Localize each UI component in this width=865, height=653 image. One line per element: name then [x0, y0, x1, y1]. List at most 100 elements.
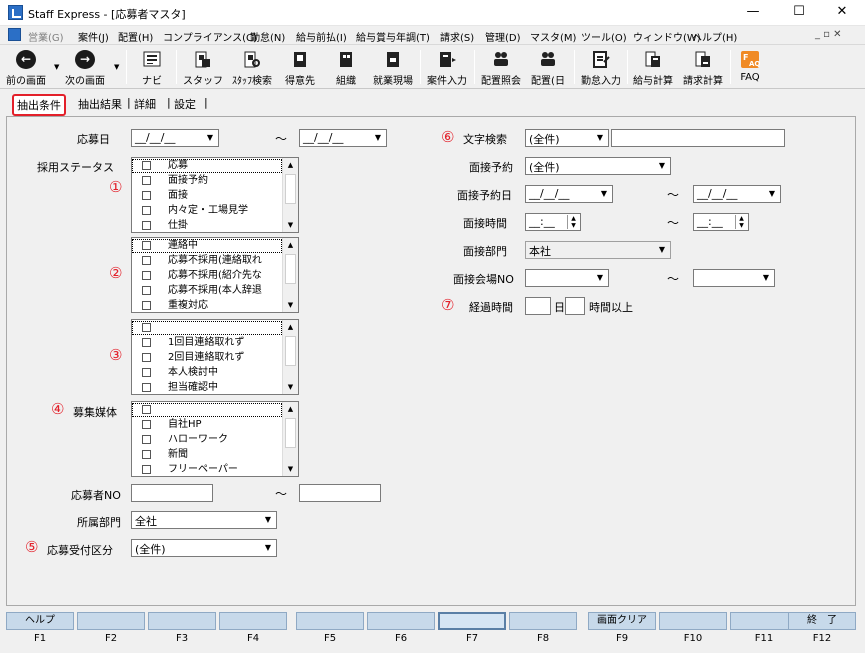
job-entry-button[interactable]: 案件入力 [424, 47, 470, 87]
interview-time-from[interactable]: __:__ ▲ ▼ [525, 213, 581, 231]
fkey-f9[interactable]: 画面クリア F9 [588, 612, 656, 650]
list-item[interactable]: 本人検討中 [132, 366, 282, 380]
maximize-button[interactable]: ☐ [776, 0, 822, 26]
list-item[interactable]: 仕掛 [132, 219, 282, 232]
navi-button[interactable]: ナビ [134, 47, 170, 87]
apply-date-to[interactable]: __/__/__ ▼ [299, 129, 387, 147]
back-dropdown-icon[interactable]: ▼ [54, 63, 59, 71]
list-item[interactable]: 内々定・工場見学 [132, 204, 282, 218]
menu-salary-advance[interactable]: 給与前払(I) [296, 29, 347, 44]
minimize-button[interactable]: — [730, 0, 776, 26]
tab-results[interactable]: 抽出結果 [78, 96, 122, 112]
menu-help[interactable]: ヘルプ(H) [692, 29, 737, 44]
interview-reservation-select[interactable]: (全件) ▼ [525, 157, 671, 175]
list-item[interactable]: 2回目連絡取れず [132, 351, 282, 365]
fkey-f12[interactable]: 終 了 F12 [788, 612, 856, 650]
menu-window[interactable]: ウィンドウ(W) [633, 29, 701, 44]
worksite-button[interactable]: 就業現場 [370, 47, 416, 87]
list-item[interactable]: 自社HP [132, 418, 282, 432]
forward-button[interactable]: → 次の画面 [60, 47, 110, 87]
dept-select[interactable]: 全社 ▼ [131, 511, 277, 529]
list-item[interactable] [132, 403, 282, 417]
list-item[interactable]: 応募不採用(本人辞退 [132, 284, 282, 298]
menu-tools[interactable]: ツール(O) [581, 29, 627, 44]
applicant-no-to[interactable] [299, 484, 381, 502]
tab-settings[interactable]: 設定 [174, 96, 196, 112]
interview-date-from[interactable]: __/__/__ ▼ [525, 185, 613, 203]
text-search-mode[interactable]: (全件) ▼ [525, 129, 609, 147]
list-item[interactable]: フリーペーパー [132, 463, 282, 476]
scrollbar[interactable]: ▲ ▼ [282, 320, 298, 394]
menu-sales[interactable]: 営業(G) [28, 29, 64, 44]
app-icon [8, 5, 23, 20]
tab-details[interactable]: 詳細 [134, 96, 156, 112]
menu-master[interactable]: マスタ(M) [530, 29, 576, 44]
list-item[interactable]: 応募 [132, 159, 282, 173]
text-search-input[interactable] [611, 129, 785, 147]
tab-criteria[interactable]: 抽出条件 [12, 94, 66, 116]
interview-venue-to[interactable]: ▼ [693, 269, 775, 287]
staff-search-button[interactable]: ｽﾀｯﾌ検索 [228, 47, 276, 87]
fkey-f1[interactable]: ヘルプ F1 [6, 612, 74, 650]
menu-billing[interactable]: 請求(S) [440, 29, 474, 44]
interview-venue-from[interactable]: ▼ [525, 269, 609, 287]
attendance-entry-button[interactable]: 勤怠入力 [578, 47, 624, 87]
client-button[interactable]: 得意先 [280, 47, 320, 87]
forward-dropdown-icon[interactable]: ▼ [114, 63, 119, 71]
back-button[interactable]: ← 前の画面 [2, 47, 50, 87]
media-list[interactable]: 自社HP ハローワーク 新聞 フリーペーパー ▲ ▼ [131, 401, 299, 477]
list-item[interactable]: 1回目連絡取れず [132, 336, 282, 350]
staff-button[interactable]: スタッフ [182, 47, 224, 87]
interview-date-to[interactable]: __/__/__ ▼ [693, 185, 781, 203]
placement-inquiry-button[interactable]: 配置照会 [478, 47, 524, 87]
menu-jobs[interactable]: 案件(J) [78, 29, 109, 44]
interview-time-to[interactable]: __:__ ▲ ▼ [693, 213, 749, 231]
list-item[interactable]: 新聞 [132, 448, 282, 462]
menu-compliance[interactable]: コンプライアンス(C) [163, 29, 257, 44]
menu-salary-bonus[interactable]: 給与賞与年調(T) [356, 29, 430, 44]
fkey-f2[interactable]: F2 [77, 612, 145, 650]
fkey-f10[interactable]: F10 [659, 612, 727, 650]
list-item[interactable]: 面接 [132, 189, 282, 203]
payroll-button[interactable]: 給与計算 [630, 47, 676, 87]
list-item[interactable]: ハローワーク [132, 433, 282, 447]
list-item[interactable]: 応募不採用(紹介先な [132, 269, 282, 283]
fkey-f4[interactable]: F4 [219, 612, 287, 650]
menu-attendance[interactable]: 勤怠(N) [250, 29, 285, 44]
elapsed-days-input[interactable] [525, 297, 551, 315]
status-list-2[interactable]: 連絡中 応募不採用(連絡取れ 応募不採用(紹介先な 応募不採用(本人辞退 重複対… [131, 237, 299, 313]
status-list-3[interactable]: 1回目連絡取れず 2回目連絡取れず 本人検討中 担当確認中 ▲ ▼ [131, 319, 299, 395]
list-item[interactable]: 担当確認中 [132, 381, 282, 394]
organization-button[interactable]: 組織 [326, 47, 366, 87]
list-item[interactable]: 応募不採用(連絡取れ [132, 254, 282, 268]
placement-inquiry-icon [494, 52, 508, 66]
mdi-window-icon[interactable] [8, 28, 21, 41]
fkey-f6[interactable]: F6 [367, 612, 435, 650]
list-item[interactable]: 重複対応 [132, 299, 282, 312]
billing-button[interactable]: 請求計算 [680, 47, 726, 87]
list-item[interactable]: 連絡中 [132, 239, 282, 253]
fkey-f7[interactable]: F7 [438, 612, 506, 650]
scrollbar[interactable]: ▲ ▼ [282, 402, 298, 476]
fkey-f8[interactable]: F8 [509, 612, 577, 650]
menu-admin[interactable]: 管理(D) [485, 29, 521, 44]
reception-select[interactable]: (全件) ▼ [131, 539, 277, 557]
close-button[interactable]: ✕ [819, 0, 865, 26]
fkey-f5[interactable]: F5 [296, 612, 364, 650]
list-item[interactable] [132, 321, 282, 335]
elapsed-hours-input[interactable] [565, 297, 585, 315]
elapsed-hour-unit: 時間以上 [589, 301, 633, 314]
scrollbar[interactable]: ▲ ▼ [282, 238, 298, 312]
applicant-no-from[interactable] [131, 484, 213, 502]
menu-placement[interactable]: 配置(H) [118, 29, 153, 44]
scrollbar[interactable]: ▲ ▼ [282, 158, 298, 232]
list-item[interactable]: 面接予約 [132, 174, 282, 188]
apply-date-from[interactable]: __/__/__ ▼ [131, 129, 219, 147]
chevron-down-icon: ▼ [596, 273, 604, 282]
fkey-f3[interactable]: F3 [148, 612, 216, 650]
faq-button[interactable]: F AQ FAQ [734, 47, 766, 87]
status-list-1[interactable]: 応募 面接予約 面接 内々定・工場見学 仕掛 ▲ ▼ [131, 157, 299, 233]
interview-dept-select[interactable]: 本社 ▼ [525, 241, 671, 259]
placement-daily-button[interactable]: 配置(日 [526, 47, 570, 87]
mdi-child-controls[interactable]: _ ▫ ✕ [815, 29, 842, 40]
